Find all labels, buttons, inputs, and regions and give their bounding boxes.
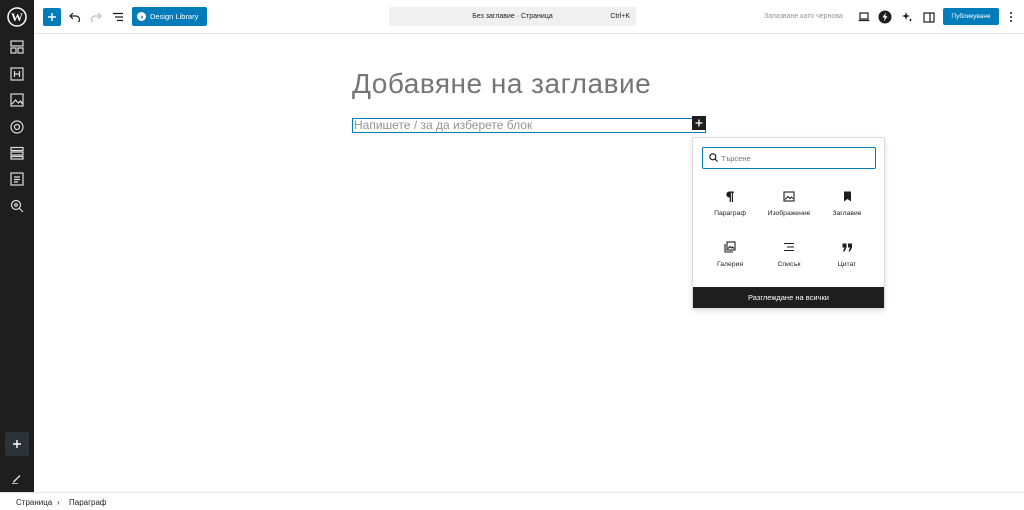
media-icon[interactable]: [8, 91, 26, 109]
block-item-gallery[interactable]: Галерия: [702, 237, 758, 277]
gallery-icon: [702, 240, 758, 254]
publish-button[interactable]: Публикуване: [943, 8, 999, 25]
design-library-logo-icon: [137, 12, 146, 21]
heading-icon: [819, 189, 875, 203]
save-draft-button[interactable]: Запазване като чернова: [764, 13, 843, 20]
preview-device-icon[interactable]: [856, 8, 872, 26]
layout-icon[interactable]: [8, 38, 26, 56]
block-search-box[interactable]: [702, 147, 876, 169]
document-bar[interactable]: Без заглавие · Страница Ctrl+K: [389, 7, 636, 26]
add-block-icon[interactable]: [5, 432, 29, 456]
breadcrumb-item-page[interactable]: Страница: [16, 498, 52, 507]
svg-text:W: W: [11, 10, 23, 24]
navigation-icon[interactable]: [8, 144, 26, 162]
block-item-label: Изображение: [767, 210, 811, 217]
search-location-icon[interactable]: [8, 197, 26, 215]
document-overview-icon[interactable]: [110, 8, 126, 26]
editor-toolbar: Design Library Без заглавие · Страница C…: [34, 0, 1024, 34]
block-item-label: Параграф: [714, 210, 746, 217]
list-icon: [761, 240, 817, 254]
block-search-input[interactable]: [721, 151, 871, 165]
block-item-label: Заглавие: [832, 210, 862, 217]
admin-sidebar: W: [0, 0, 34, 492]
inline-add-block-icon[interactable]: [692, 116, 706, 130]
block-item-list[interactable]: Списък: [761, 237, 817, 277]
settings-sidebar-icon[interactable]: [921, 8, 937, 26]
heading-block-icon[interactable]: [8, 65, 26, 83]
wordpress-logo-icon[interactable]: W: [0, 0, 34, 34]
image-icon: [761, 189, 817, 203]
ai-sparkle-icon[interactable]: [899, 8, 915, 26]
edit-pencil-icon[interactable]: [8, 469, 26, 487]
block-item-quote[interactable]: Цитат: [819, 237, 875, 277]
options-kebab-icon[interactable]: [1006, 8, 1016, 26]
design-library-label: Design Library: [150, 12, 199, 21]
breadcrumb-chevron-icon: ›: [57, 498, 60, 507]
block-inserter-button[interactable]: [43, 8, 61, 26]
undo-icon[interactable]: [67, 8, 83, 26]
block-item-heading[interactable]: Заглавие: [819, 186, 875, 226]
block-item-paragraph[interactable]: Параграф: [702, 186, 758, 226]
styles-icon[interactable]: [8, 118, 26, 136]
breadcrumb: Страница › Параграф: [0, 492, 1024, 510]
page-title-input[interactable]: Добавяне на заглавие: [352, 68, 651, 100]
paragraph-icon: [702, 189, 758, 203]
quick-inserter-popover: Параграф Изображение Заглавие Галерия Сп…: [692, 137, 885, 309]
search-icon: [709, 153, 718, 162]
block-appender[interactable]: Напишете / за да изберете блок: [352, 118, 706, 133]
block-item-image[interactable]: Изображение: [761, 186, 817, 226]
block-item-label: Списък: [777, 261, 801, 268]
breadcrumb-item-paragraph[interactable]: Параграф: [69, 498, 107, 507]
jetpack-bolt-icon[interactable]: [877, 8, 893, 26]
document-title: Без заглавие · Страница: [472, 13, 553, 20]
pages-icon[interactable]: [8, 170, 26, 188]
block-item-label: Галерия: [716, 261, 744, 268]
design-library-button[interactable]: Design Library: [132, 7, 207, 26]
redo-icon[interactable]: [88, 8, 104, 26]
quote-icon: [819, 240, 875, 254]
command-shortcut: Ctrl+K: [610, 13, 630, 20]
browse-all-button[interactable]: Разглеждане на всички: [693, 287, 884, 308]
block-item-label: Цитат: [837, 261, 857, 268]
